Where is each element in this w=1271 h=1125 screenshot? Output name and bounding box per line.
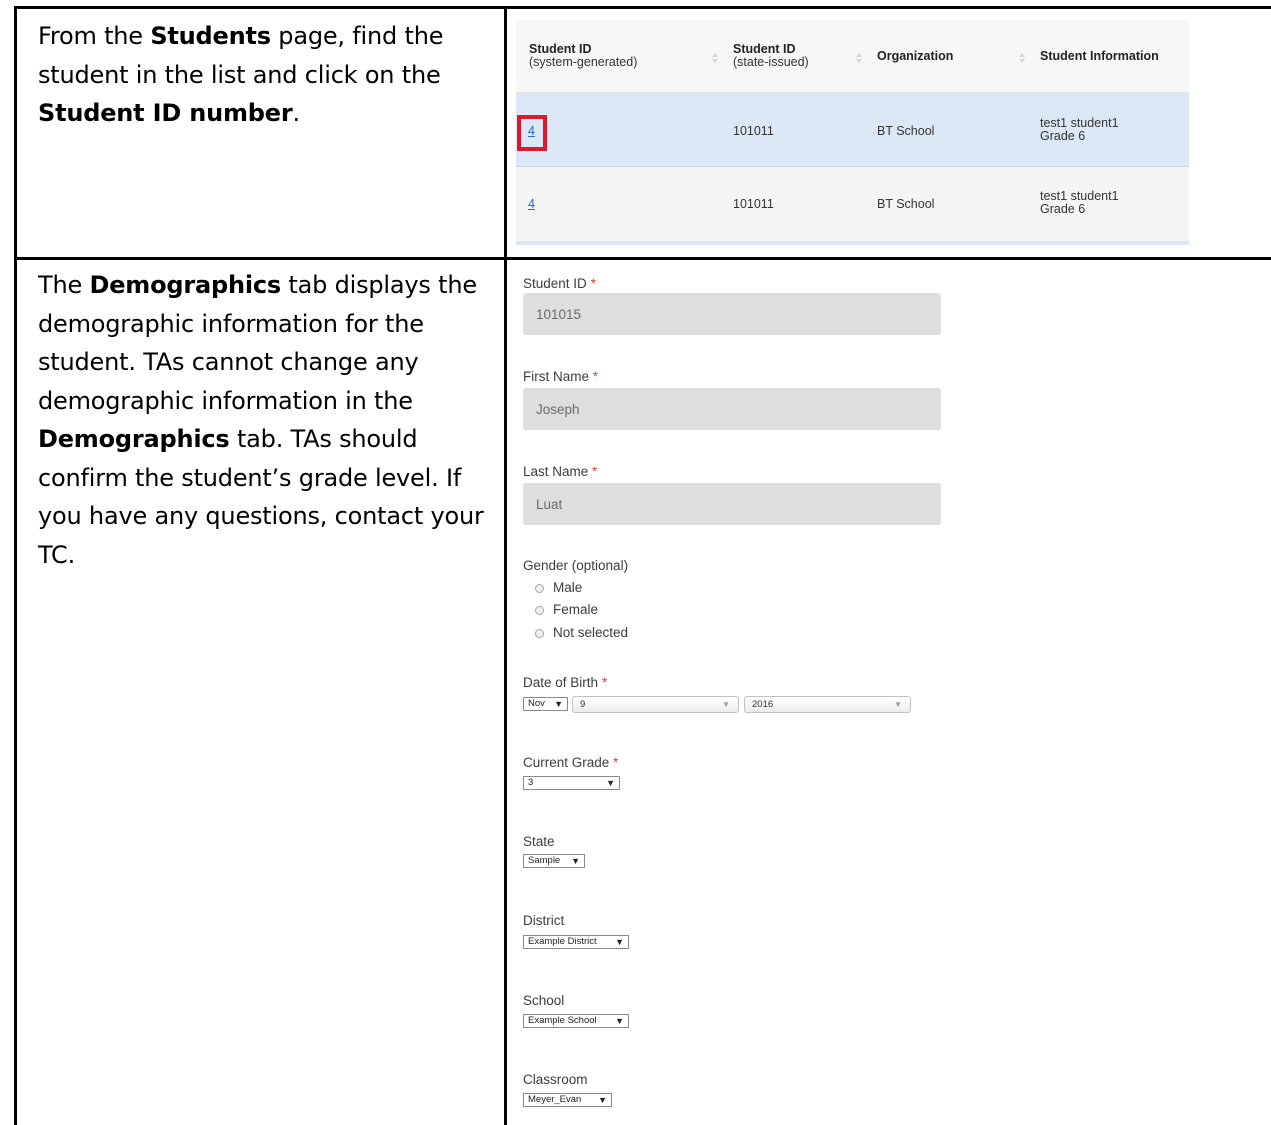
state-id-cell: 101011 — [733, 124, 774, 138]
dob-year-select[interactable]: 2016 ▼ — [744, 696, 911, 713]
dropdown-arrow-icon: ▼ — [598, 1095, 607, 1105]
school-select[interactable]: Example School ▼ — [523, 1014, 629, 1028]
last-name-field[interactable]: Luat — [523, 483, 941, 525]
table-row: 4 101011 BT School test1 student1 Grade … — [516, 93, 1189, 167]
student-id-field[interactable]: 101015 — [523, 293, 941, 335]
gender-radio-not-selected[interactable]: Not selected — [535, 625, 628, 640]
column-header-organization[interactable]: Organization — [877, 50, 953, 63]
dob-day-select[interactable]: 9 ▼ — [572, 696, 739, 713]
gender-radio-female[interactable]: Female — [535, 602, 598, 617]
column-divider — [504, 6, 507, 1125]
dropdown-arrow-icon: ▼ — [554, 699, 563, 709]
row-divider — [14, 257, 1271, 260]
classroom-select[interactable]: Meyer_Evan ▼ — [523, 1093, 612, 1107]
radio-icon — [535, 629, 544, 638]
table-header: Student ID (system-generated) Student ID… — [516, 20, 1189, 93]
highlight-box — [517, 115, 547, 151]
radio-icon — [535, 584, 544, 593]
district-select[interactable]: Example District ▼ — [523, 935, 629, 949]
organization-cell: BT School — [877, 124, 935, 138]
first-name-field[interactable]: Joseph — [523, 388, 941, 430]
student-id-link[interactable]: 4 — [528, 197, 535, 211]
gender-label: Gender (optional) — [523, 558, 629, 573]
district-label: District — [523, 913, 565, 928]
dropdown-arrow-icon: ▼ — [615, 1016, 624, 1026]
sort-icon[interactable] — [1019, 53, 1025, 65]
dropdown-arrow-icon: ▼ — [615, 937, 624, 947]
instruction-step-1: From the Students page, find the student… — [38, 22, 444, 127]
gender-radio-male[interactable]: Male — [535, 580, 582, 595]
table-row: 4 101011 BT School test1 student1 Grade … — [516, 167, 1189, 241]
instruction-step-2: The Demographics tab displays the demogr… — [38, 271, 484, 569]
column-header-system-id[interactable]: Student ID (system-generated) — [529, 43, 637, 69]
dropdown-arrow-icon: ▼ — [571, 856, 580, 866]
column-header-student-info[interactable]: Student Information — [1040, 50, 1159, 63]
next-row-edge — [516, 241, 1189, 245]
student-info-cell: test1 student1 Grade 6 — [1040, 116, 1119, 143]
classroom-label: Classroom — [523, 1072, 588, 1087]
school-label: School — [523, 993, 565, 1008]
state-id-cell: 101011 — [733, 197, 774, 211]
organization-cell: BT School — [877, 197, 935, 211]
dob-month-select[interactable]: Nov ▼ — [523, 697, 568, 711]
first-name-label: First Name * — [523, 369, 599, 384]
dropdown-arrow-icon: ▼ — [722, 700, 730, 709]
column-header-state-id[interactable]: Student ID (state-issued) — [733, 43, 809, 69]
current-grade-select[interactable]: 3 ▼ — [523, 776, 620, 790]
student-list-screenshot: Student ID (system-generated) Student ID… — [516, 20, 1189, 245]
sort-icon[interactable] — [712, 53, 718, 65]
state-label: State — [523, 834, 555, 849]
sort-icon[interactable] — [856, 53, 862, 65]
dropdown-arrow-icon: ▼ — [894, 700, 902, 709]
current-grade-label: Current Grade * — [523, 755, 619, 770]
dropdown-arrow-icon: ▼ — [606, 778, 615, 788]
student-id-label: Student ID * — [523, 276, 596, 291]
state-select[interactable]: Sample ▼ — [523, 854, 585, 868]
radio-icon — [535, 606, 544, 615]
last-name-label: Last Name * — [523, 464, 598, 479]
dob-label: Date of Birth * — [523, 675, 608, 690]
student-info-cell: test1 student1 Grade 6 — [1040, 189, 1119, 216]
